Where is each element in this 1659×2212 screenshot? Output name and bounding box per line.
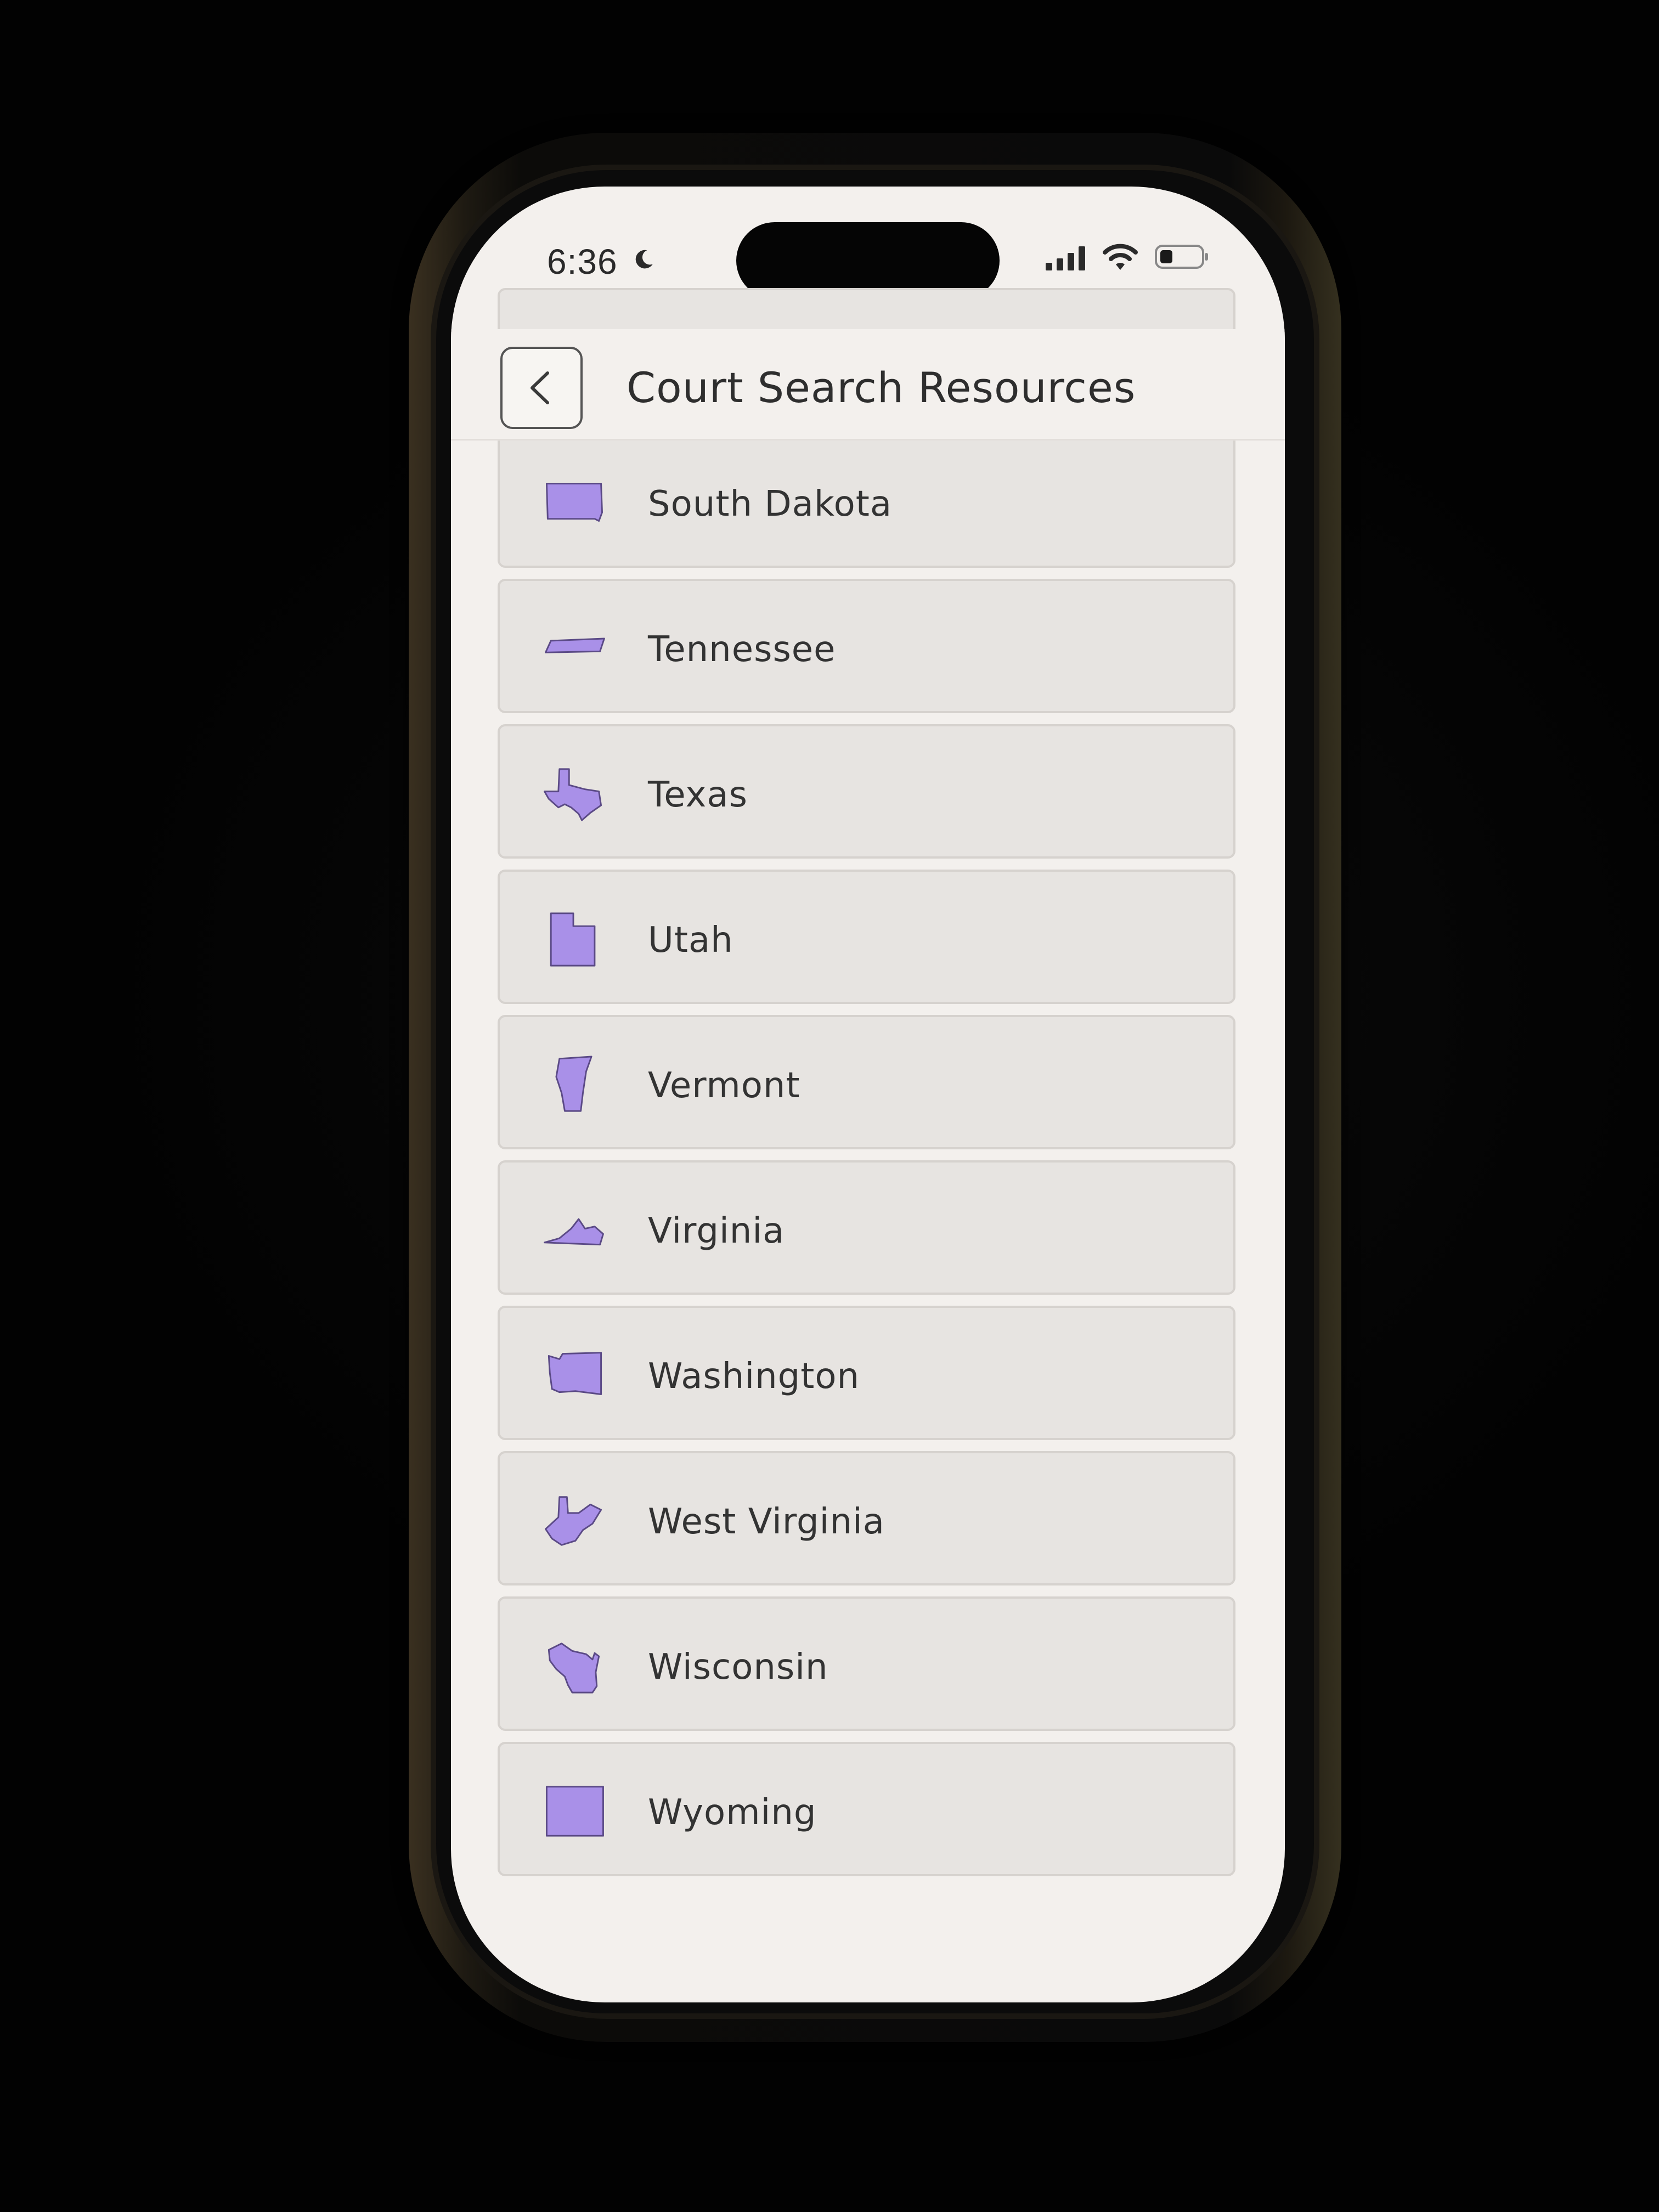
tennessee-shape-icon <box>545 637 605 653</box>
battery-icon <box>1155 245 1208 269</box>
wifi-icon <box>1103 244 1138 270</box>
state-label: South Dakota <box>648 484 893 524</box>
state-row-tennessee[interactable]: Tennessee <box>498 579 1235 713</box>
status-time: 6:36 <box>547 242 618 281</box>
state-row-wisconsin[interactable]: Wisconsin <box>498 1596 1235 1731</box>
state-row-wyoming[interactable]: Wyoming <box>498 1742 1235 1876</box>
south-dakota-shape-icon <box>545 483 603 522</box>
west-virginia-shape-icon <box>545 1496 602 1546</box>
cellular-signal-icon <box>1046 246 1085 270</box>
state-label: Washington <box>648 1356 860 1397</box>
state-label: Tennessee <box>648 629 836 670</box>
chevron-left-icon <box>531 371 549 404</box>
state-label: Vermont <box>648 1065 800 1106</box>
dynamic-island <box>736 222 1000 299</box>
state-row-vermont[interactable]: Vermont <box>498 1015 1235 1149</box>
state-row-texas[interactable]: Texas <box>498 724 1235 859</box>
texas-shape-icon <box>544 768 602 821</box>
vermont-shape-icon <box>555 1056 592 1112</box>
moon-icon <box>635 250 653 269</box>
state-row-south-dakota[interactable]: South Dakota <box>498 433 1235 568</box>
page-title: Court Search Resources <box>627 363 1136 412</box>
state-label: Wyoming <box>648 1792 817 1833</box>
wisconsin-shape-icon <box>548 1643 600 1694</box>
state-row-utah[interactable]: Utah <box>498 870 1235 1004</box>
state-row-west-virginia[interactable]: West Virginia <box>498 1451 1235 1585</box>
state-label: Utah <box>648 920 733 961</box>
state-label: West Virginia <box>648 1502 885 1542</box>
utah-shape-icon <box>550 912 596 967</box>
state-row-washington[interactable]: Washington <box>498 1306 1235 1440</box>
washington-shape-icon <box>548 1352 602 1395</box>
app-header: Court Search Resources <box>451 329 1285 441</box>
state-label: Virginia <box>648 1211 785 1251</box>
virginia-shape-icon <box>544 1218 604 1246</box>
state-label: Wisconsin <box>648 1647 828 1688</box>
state-label: Texas <box>648 775 748 815</box>
phone-screen: 6:36 South CarolinaSouth DakotaTennessee… <box>451 187 1285 2002</box>
state-row-virginia[interactable]: Virginia <box>498 1160 1235 1295</box>
back-button[interactable] <box>500 347 583 429</box>
wyoming-shape-icon <box>545 1786 604 1837</box>
